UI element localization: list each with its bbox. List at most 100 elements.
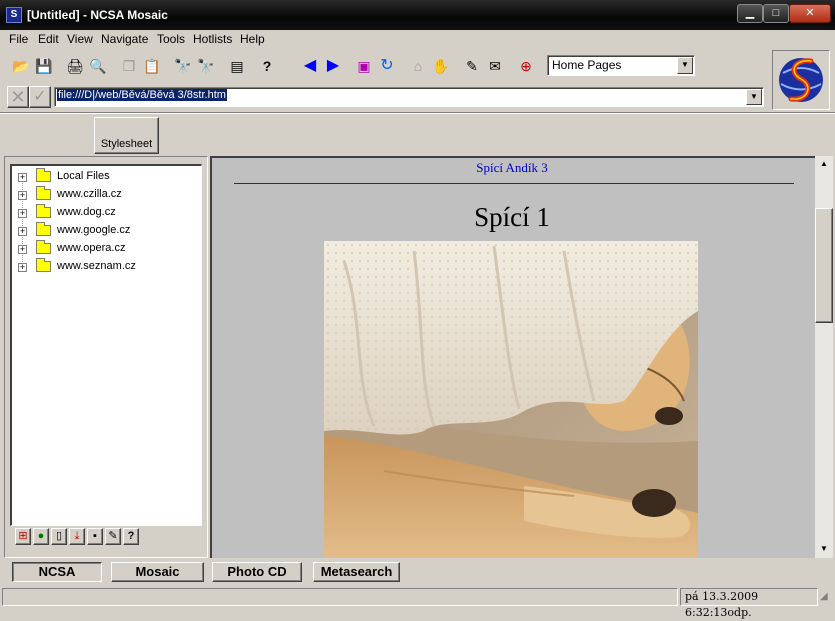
scroll-down-button[interactable]: ▼: [815, 541, 833, 558]
folder-icon: [36, 204, 51, 218]
page-link[interactable]: Spící Andík 3: [212, 160, 812, 176]
mail-button[interactable]: ✉: [484, 55, 506, 77]
edit-hotlist-button[interactable]: ✎: [105, 528, 121, 545]
mosaic-button[interactable]: Mosaic: [111, 562, 204, 582]
save-button[interactable]: 💾: [33, 55, 55, 77]
stop-icon: ✋: [432, 58, 450, 74]
menu-help[interactable]: Help: [240, 32, 265, 46]
find-next-button[interactable]: 🔭: [195, 55, 217, 77]
url-combobox[interactable]: file:///D|/web/Běvá/Běvá 3/8str.htm ▼: [54, 87, 764, 107]
forward-button[interactable]: ▶: [322, 55, 344, 77]
find-next-icon: 🔭: [197, 58, 215, 74]
copy-icon: ❐: [122, 58, 136, 74]
ncsa-button[interactable]: NCSA: [12, 562, 102, 582]
forward-icon: ▶: [326, 57, 340, 74]
delete-icon: ⤓: [74, 530, 80, 542]
menu-bar: File Edit View Navigate Tools Hotlists H…: [0, 30, 835, 48]
delete-button[interactable]: ⤓: [69, 528, 85, 545]
print-preview-button[interactable]: 🔍: [87, 55, 109, 77]
expand-icon[interactable]: +: [18, 263, 27, 272]
window-title: [Untitled] - NCSA Mosaic: [27, 8, 168, 22]
folder-icon: [36, 222, 51, 236]
menu-tools[interactable]: Tools: [157, 32, 185, 46]
print-icon: 🖨: [66, 58, 84, 74]
open-button[interactable]: 📂: [10, 55, 32, 77]
photo-cd-button[interactable]: Photo CD: [212, 562, 302, 582]
save-hotlist-button[interactable]: ▪: [87, 528, 103, 545]
expand-icon[interactable]: +: [18, 173, 27, 182]
find-button[interactable]: 🔭: [172, 55, 194, 77]
document-info-icon: ▤: [230, 58, 244, 74]
copy-button[interactable]: ❐: [118, 55, 140, 77]
chevron-down-icon[interactable]: ▼: [746, 89, 762, 105]
menu-navigate[interactable]: Navigate: [101, 32, 148, 46]
globe-logo-icon: [779, 58, 823, 102]
metasearch-button[interactable]: Metasearch: [313, 562, 400, 582]
hotlist-tree[interactable]: + Local Files + www.czilla.cz + www.dog.cz …: [10, 164, 202, 526]
expand-icon[interactable]: +: [18, 227, 27, 236]
save-icon: ▪: [93, 530, 97, 542]
home-pages-select[interactable]: Home Pages ▼: [547, 55, 695, 76]
menu-view[interactable]: View: [67, 32, 93, 46]
paste-icon: 📋: [143, 58, 161, 74]
accept-url-button[interactable]: ✓: [29, 86, 51, 108]
folder-icon: [36, 186, 51, 200]
title-bar[interactable]: S [Untitled] - NCSA Mosaic ▁ □ ✕: [0, 0, 835, 30]
cross-icon: ✕: [10, 87, 26, 107]
menu-hotlists[interactable]: Hotlists: [193, 32, 232, 46]
folder-icon: [36, 258, 51, 272]
cancel-url-button[interactable]: ✕: [7, 86, 29, 108]
add-hotlist-button[interactable]: ⊕: [515, 55, 537, 77]
menu-edit[interactable]: Edit: [38, 32, 59, 46]
arrow-up-icon: ▲: [820, 159, 828, 168]
reload-icon: ↻: [380, 57, 394, 74]
mosaic-app-icon[interactable]: S: [6, 7, 22, 23]
back-icon: ◀: [303, 57, 317, 74]
annotate-icon: ✎: [466, 58, 478, 74]
resize-grip-icon[interactable]: ◢: [820, 591, 834, 605]
annotate-button[interactable]: ✎: [461, 55, 483, 77]
arrow-down-icon: ▼: [820, 544, 828, 553]
expand-icon[interactable]: +: [18, 191, 27, 200]
document-view[interactable]: Spící Andík 3 Spící 1: [210, 156, 815, 558]
status-bar: pá 13.3.2009 6:32:13odp. ◢: [0, 587, 835, 619]
home-button[interactable]: ⌂: [407, 55, 429, 77]
minimize-icon: ▁: [745, 7, 755, 19]
open-folder-icon: 📂: [12, 58, 30, 74]
back-button[interactable]: ◀: [299, 55, 321, 77]
find-icon: 🔭: [174, 58, 192, 74]
page-icon: ▯: [55, 530, 63, 542]
vertical-scrollbar[interactable]: ▲ ▼: [815, 156, 833, 558]
page-button[interactable]: ▯: [51, 528, 67, 545]
menu-file[interactable]: File: [9, 32, 28, 46]
divider: [0, 112, 835, 114]
status-message: [2, 588, 678, 606]
stylesheet-button[interactable]: Stylesheet: [94, 117, 159, 154]
load-images-icon: ▣: [357, 58, 371, 74]
main-toolbar: 📂 💾 🖨 🔍 ❐ 📋 🔭 🔭 ▤ ? ◀ ▶ ▣ ↻ ⌂ ✋ ✎ ✉ ⊕ Ho…: [0, 50, 770, 82]
mosaic-logo: [772, 50, 830, 110]
tree-view-button[interactable]: ⊞: [15, 528, 31, 545]
maximize-button[interactable]: □: [763, 4, 789, 23]
reload-button[interactable]: ↻: [376, 55, 398, 77]
stop-button[interactable]: ✋: [430, 55, 452, 77]
print-button[interactable]: 🖨: [64, 55, 86, 77]
save-icon: 💾: [35, 58, 53, 74]
url-input[interactable]: file:///D|/web/Běvá/Běvá 3/8str.htm: [57, 89, 227, 101]
tree-help-button[interactable]: ?: [123, 528, 139, 545]
load-images-button[interactable]: ▣: [353, 55, 375, 77]
expand-icon[interactable]: +: [18, 209, 27, 218]
minimize-button[interactable]: ▁: [737, 4, 763, 23]
scroll-up-button[interactable]: ▲: [815, 156, 833, 173]
close-button[interactable]: ✕: [789, 4, 831, 23]
scroll-thumb[interactable]: [815, 208, 833, 323]
expand-icon[interactable]: +: [18, 245, 27, 254]
maximize-icon: □: [772, 7, 780, 19]
mail-icon: ✉: [489, 58, 501, 74]
sleeping-dog-photo: [324, 241, 698, 558]
help-button[interactable]: ?: [256, 55, 278, 77]
globe-button[interactable]: ●: [33, 528, 49, 545]
document-info-button[interactable]: ▤: [226, 55, 248, 77]
chevron-down-icon[interactable]: ▼: [677, 57, 693, 74]
paste-button[interactable]: 📋: [141, 55, 163, 77]
